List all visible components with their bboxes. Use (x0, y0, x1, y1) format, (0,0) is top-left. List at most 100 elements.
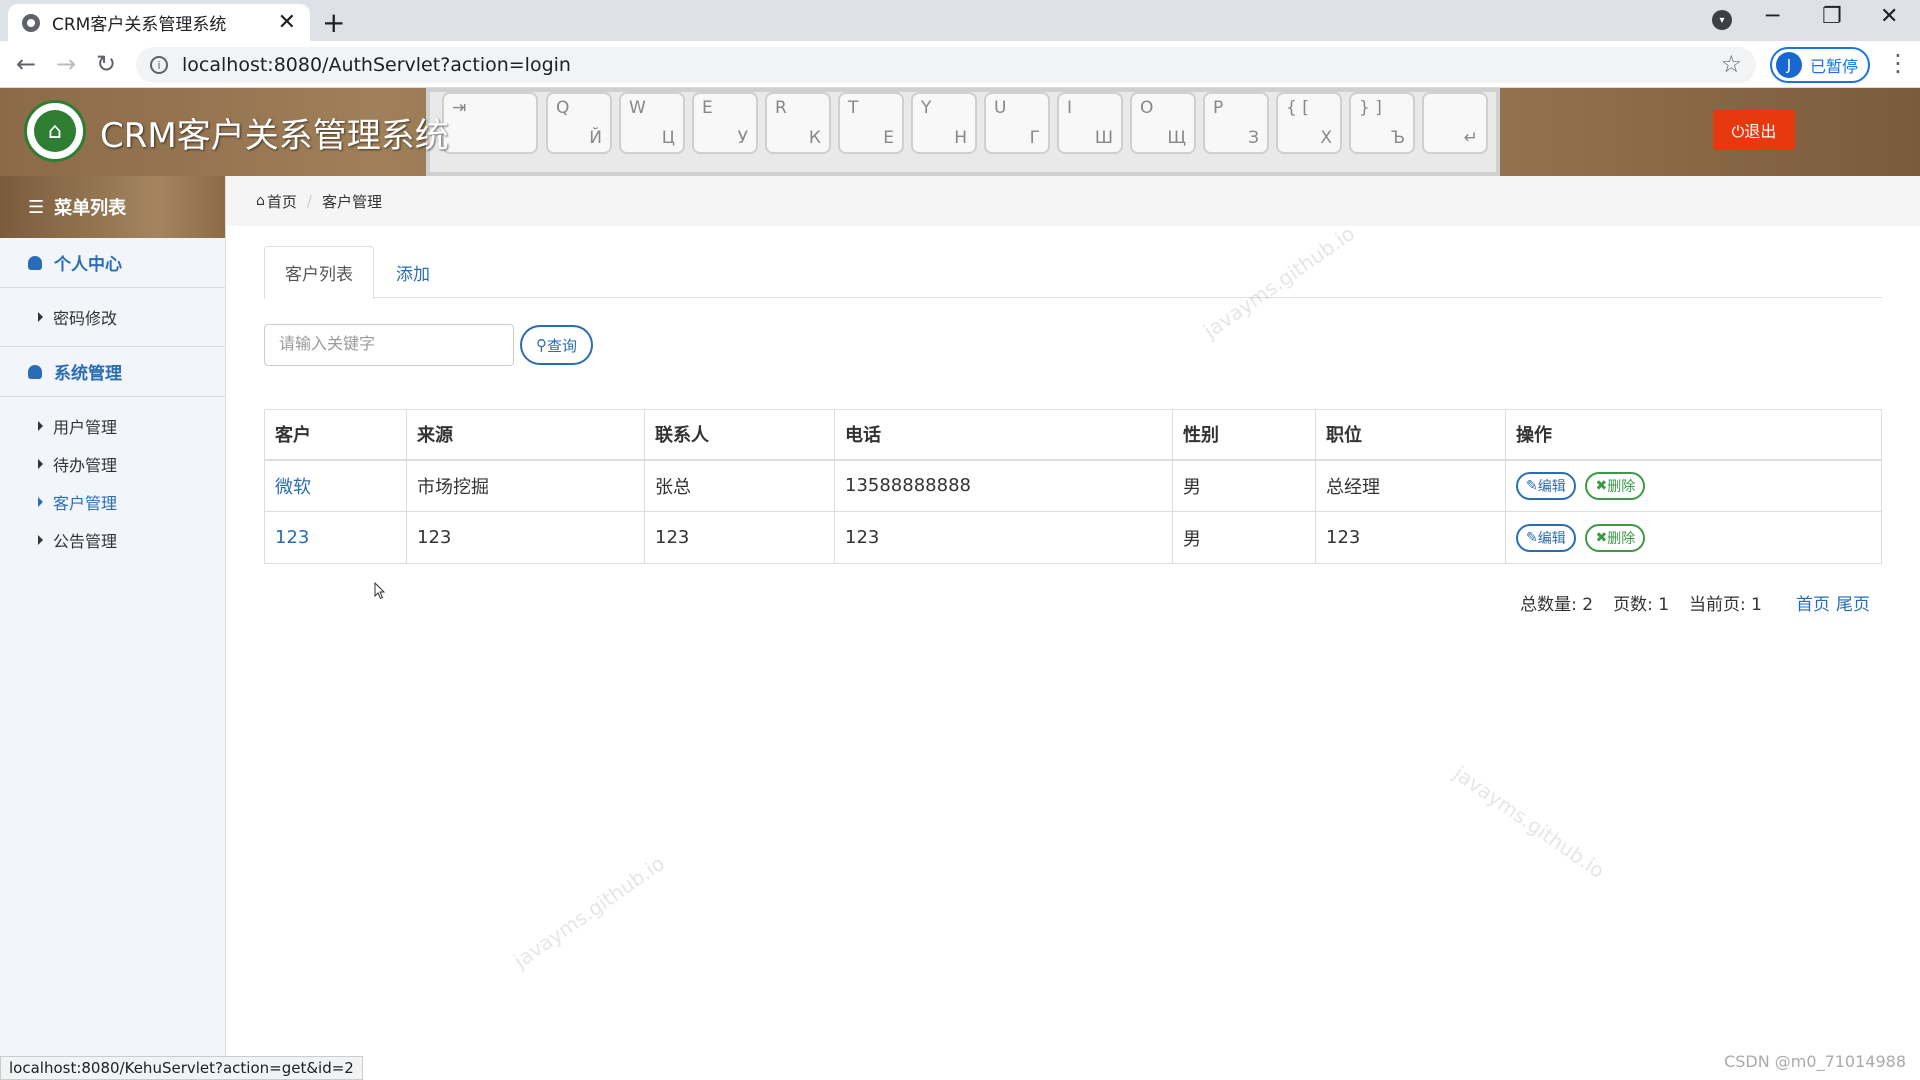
app-header: ⇥ Q Й W Ц E У R К T Е Y Н U Г I Ш O Щ P З{ [Х} ] Ъ ↵ ⌂ CRM客户关系… (0, 88, 1920, 176)
keyboard-key: PЗ (1203, 92, 1269, 154)
caret-right-icon (38, 312, 43, 322)
keyboard-key: RК (765, 92, 831, 154)
sidebar-item-password[interactable]: 密码修改 (0, 298, 225, 336)
keyboard-key: ↵ (1422, 92, 1488, 154)
delete-label: 删除 (1607, 478, 1636, 495)
sidebar-item-todos[interactable]: 待办管理 (0, 445, 225, 483)
section-title: 个人中心 (54, 255, 122, 275)
sidebar-item-label: 密码修改 (53, 309, 118, 328)
table-cell: 张总 (644, 459, 835, 512)
column-header: 来源 (406, 409, 645, 461)
table-cell: 男 (1172, 511, 1316, 564)
sidebar-item-users[interactable]: 用户管理 (0, 407, 225, 445)
tab-add[interactable]: 添加 (376, 246, 450, 299)
sidebar-section-system[interactable]: 系统管理 (0, 347, 225, 397)
customer-table: 客户 来源 联系人 电话 性别 职位 操作 微软 市场挖掘 张总 1358888… (264, 409, 1882, 564)
sidebar-item-notices[interactable]: 公告管理 (0, 521, 225, 559)
caret-right-icon (38, 535, 43, 545)
x-icon: ✖ (1595, 529, 1608, 546)
delete-button[interactable]: ✖ 删除 (1585, 523, 1646, 552)
forward-icon[interactable]: → (56, 50, 76, 78)
url-text[interactable]: localhost:8080/AuthServlet?action=login (182, 54, 571, 76)
profile-button[interactable]: J 已暂停 (1770, 47, 1870, 83)
caret-right-icon (38, 421, 43, 431)
table-header-row: 客户 来源 联系人 电话 性别 职位 操作 (264, 409, 1882, 461)
last-page-link[interactable]: 尾页 (1836, 590, 1870, 615)
column-header: 职位 (1315, 409, 1506, 461)
back-icon[interactable]: ← (16, 50, 36, 78)
keyboard-key: QЙ (546, 92, 612, 154)
reload-icon[interactable]: ↻ (96, 50, 116, 78)
tab-customer-list[interactable]: 客户列表 (264, 246, 374, 299)
browser-menu-icon[interactable]: ⋮ (1886, 49, 1910, 77)
search-button-label: 查询 (546, 336, 577, 355)
x-icon: ✖ (1595, 477, 1608, 494)
column-header: 操作 (1505, 409, 1882, 461)
breadcrumb-separator: / (306, 192, 312, 210)
column-header: 客户 (264, 409, 407, 461)
app-title: CRM客户关系管理系统 (100, 116, 449, 156)
table-cell: 总经理 (1315, 459, 1506, 512)
home-icon: ⌂ (256, 193, 265, 209)
first-page-link[interactable]: 首页 (1796, 590, 1830, 615)
sidebar-sublist: 密码修改 (0, 288, 225, 347)
breadcrumb: ⌂ 首页 / 客户管理 (226, 176, 1920, 226)
watermark: javayms.github.io (1449, 761, 1610, 883)
csdn-watermark: CSDN @m0_71014988 (1724, 1052, 1906, 1071)
user-icon (28, 255, 42, 270)
table-cell: 男 (1172, 459, 1316, 512)
logout-button[interactable]: ⏻退出 (1713, 110, 1795, 150)
bookmark-star-icon[interactable]: ☆ (1720, 50, 1742, 78)
new-tab-button[interactable]: + (322, 6, 345, 39)
watermark: javayms.github.io (509, 851, 670, 973)
tab-search-icon[interactable]: ▾ (1712, 10, 1732, 30)
customer-link[interactable]: 123 (275, 527, 309, 548)
table-cell: 123 (406, 511, 645, 564)
profile-status: 已暂停 (1810, 57, 1859, 76)
sidebar-item-label: 公告管理 (53, 532, 118, 551)
site-info-icon[interactable]: i (150, 56, 168, 74)
profile-avatar: J (1776, 52, 1802, 78)
close-window-icon[interactable]: ✕ (1880, 4, 1898, 29)
table-cell: 123 (834, 511, 1173, 564)
sidebar-title: 菜单列表 (54, 198, 127, 219)
keyboard-key: } ] Ъ (1349, 92, 1415, 154)
keyboard-key: { [Х (1276, 92, 1342, 154)
sidebar-item-customers[interactable]: 客户管理 (0, 483, 225, 521)
current-page: 当前页: 1 (1689, 595, 1762, 615)
edit-button[interactable]: ✎ 编辑 (1516, 523, 1576, 552)
address-bar: ← → ↻ i localhost:8080/AuthServlet?actio… (0, 41, 1920, 88)
status-bar-url: localhost:8080/KehuServlet?action=get&id… (0, 1056, 363, 1080)
keyboard-key: IШ (1057, 92, 1123, 154)
browser-tab-bar: CRM客户关系管理系统 ✕ + ▾ ─ ❐ ✕ (0, 0, 1920, 41)
delete-button[interactable]: ✖ 删除 (1585, 471, 1646, 500)
table-actions: ✎ 编辑 ✖ 删除 (1505, 459, 1882, 512)
edit-label: 编辑 (1537, 530, 1566, 547)
minimize-icon[interactable]: ─ (1766, 4, 1779, 29)
table-actions: ✎ 编辑 ✖ 删除 (1505, 511, 1882, 564)
restore-icon[interactable]: ❐ (1822, 4, 1842, 29)
table-cell: 市场挖掘 (406, 459, 645, 512)
customer-link[interactable]: 微软 (275, 477, 311, 498)
breadcrumb-home[interactable]: 首页 (267, 191, 297, 212)
browser-tab[interactable]: CRM客户关系管理系统 ✕ (8, 4, 310, 41)
search-icon: ⚲ (535, 336, 547, 354)
sidebar-section-personal[interactable]: 个人中心 (0, 238, 225, 288)
edit-label: 编辑 (1537, 478, 1566, 495)
caret-right-icon (38, 497, 43, 507)
keyboard-key: ⇥ (442, 92, 538, 154)
table-cell: 123 (1315, 511, 1506, 564)
page-count: 页数: 1 (1613, 595, 1670, 615)
globe-icon (22, 13, 40, 32)
caret-right-icon (38, 459, 43, 469)
breadcrumb-current: 客户管理 (321, 192, 382, 211)
keyboard-key: TЕ (838, 92, 904, 154)
total-count: 总数量: 2 (1520, 595, 1594, 615)
edit-button[interactable]: ✎ 编辑 (1516, 471, 1576, 500)
search-button[interactable]: ⚲ 查询 (520, 325, 593, 365)
keyboard-key: UГ (984, 92, 1050, 154)
tab-close-icon[interactable]: ✕ (278, 10, 296, 35)
omnibox[interactable]: i localhost:8080/AuthServlet?action=logi… (136, 47, 1756, 83)
search-input[interactable] (264, 324, 514, 366)
keyboard-key: OЩ (1130, 92, 1196, 154)
